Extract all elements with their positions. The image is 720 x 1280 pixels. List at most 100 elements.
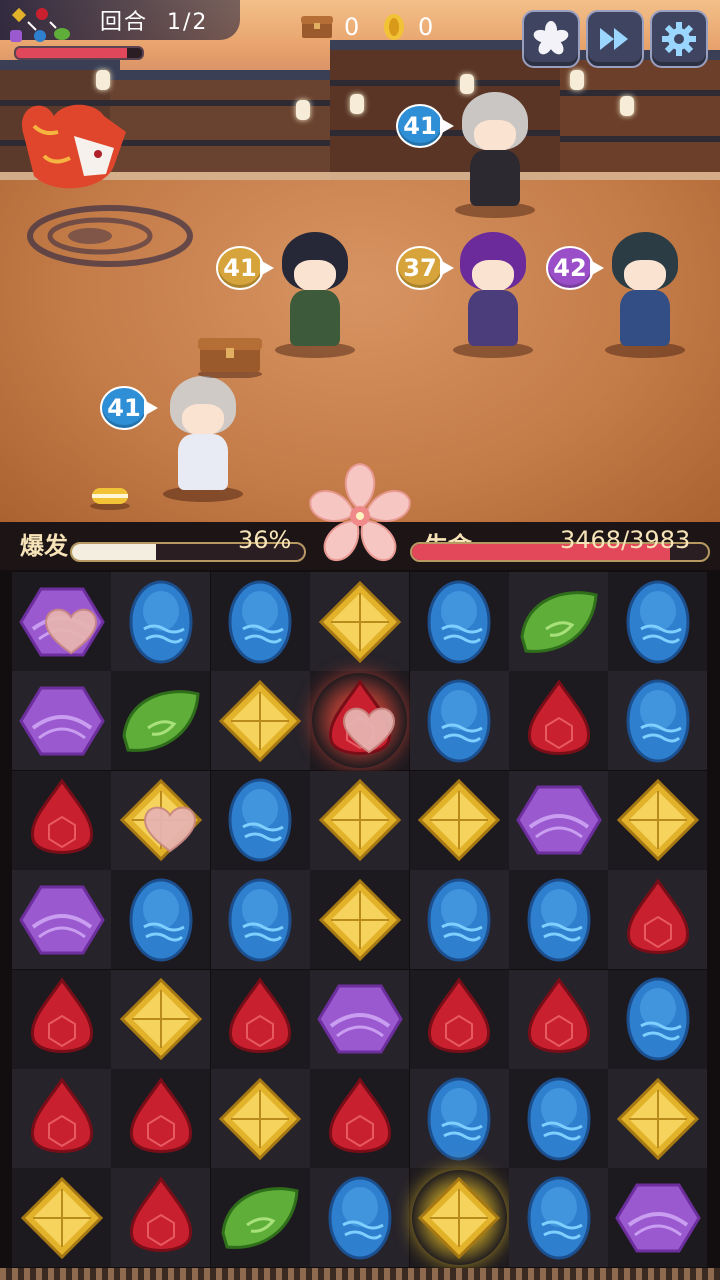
blue-gem-icon[interactable] [416, 678, 502, 764]
gold-gem-icon[interactable] [615, 1076, 701, 1162]
gold-gem-icon[interactable] [317, 777, 403, 863]
board-cell[interactable] [111, 770, 211, 870]
ally-character-3[interactable] [448, 232, 538, 358]
board-cell[interactable] [409, 969, 509, 1069]
ally-character-5[interactable] [158, 376, 248, 502]
board-cell[interactable] [509, 770, 608, 870]
board-cell[interactable] [210, 572, 310, 671]
board-cell[interactable] [509, 1069, 608, 1168]
red-gem-icon[interactable] [416, 976, 502, 1062]
red-gem-icon[interactable] [19, 1076, 105, 1162]
sakura-emblem-icon[interactable] [302, 458, 418, 574]
board-cell[interactable] [310, 1069, 410, 1168]
blue-gem-icon[interactable] [516, 1175, 602, 1261]
blue-gem-icon[interactable] [416, 1076, 502, 1162]
board-cell[interactable] [310, 1168, 410, 1268]
red-gem-icon[interactable] [516, 976, 602, 1062]
sakura-skill-button[interactable] [522, 10, 580, 68]
board-cell[interactable] [608, 870, 708, 970]
board-cell[interactable] [409, 770, 509, 870]
blue-gem-icon[interactable] [615, 579, 701, 665]
board-cell[interactable] [12, 1168, 111, 1268]
board-cell[interactable] [310, 671, 410, 771]
gold-gem-icon[interactable] [217, 678, 303, 764]
red-gem-icon[interactable] [118, 1076, 204, 1162]
gold-gem-icon[interactable] [416, 777, 502, 863]
board-cell[interactable] [509, 1168, 608, 1268]
board-cell[interactable] [111, 671, 211, 771]
board-cell[interactable] [608, 1168, 708, 1268]
board-cell[interactable] [509, 969, 608, 1069]
gold-koban-icon[interactable] [88, 484, 132, 510]
board-cell[interactable] [111, 870, 211, 970]
gold-gem-icon[interactable] [416, 1175, 502, 1261]
board-cell[interactable] [210, 870, 310, 970]
ally-character-4[interactable] [600, 232, 690, 358]
board-cell[interactable] [210, 1069, 310, 1168]
ally-character-1[interactable] [450, 92, 540, 218]
board-cell[interactable] [509, 870, 608, 970]
board-cell[interactable] [409, 572, 509, 671]
board-cell[interactable] [409, 870, 509, 970]
blue-gem-icon[interactable] [217, 579, 303, 665]
board-cell[interactable] [310, 969, 410, 1069]
board-cell[interactable] [12, 770, 111, 870]
board-cell[interactable] [12, 870, 111, 970]
board-cell[interactable] [210, 969, 310, 1069]
purple-gem-icon[interactable] [18, 877, 105, 963]
blue-gem-icon[interactable] [416, 579, 502, 665]
green-gem-icon[interactable] [118, 678, 204, 764]
blue-gem-icon[interactable] [615, 678, 701, 764]
board-cell[interactable] [111, 1168, 211, 1268]
settings-button[interactable] [650, 10, 708, 68]
blue-gem-icon[interactable] [416, 877, 502, 963]
blue-gem-icon[interactable] [217, 877, 303, 963]
board-cell[interactable] [310, 770, 410, 870]
board-cell[interactable] [111, 572, 211, 671]
blue-gem-icon[interactable] [118, 579, 204, 665]
gold-gem-icon[interactable] [217, 1076, 303, 1162]
gold-gem-icon[interactable] [118, 976, 204, 1062]
puzzle-board[interactable] [12, 572, 708, 1272]
board-cell[interactable] [409, 1069, 509, 1168]
blue-gem-icon[interactable] [615, 976, 701, 1062]
board-cell[interactable] [111, 1069, 211, 1168]
board-cell[interactable] [409, 671, 509, 771]
purple-gem-icon[interactable] [18, 678, 105, 764]
red-gem-icon[interactable] [317, 1076, 403, 1162]
red-gem-icon[interactable] [217, 976, 303, 1062]
board-cell[interactable] [210, 1168, 310, 1268]
red-gem-icon[interactable] [19, 777, 105, 863]
gold-gem-icon[interactable] [317, 877, 403, 963]
blue-gem-icon[interactable] [516, 877, 602, 963]
board-cell[interactable] [608, 770, 708, 870]
red-gem-icon[interactable] [516, 678, 602, 764]
gold-gem-icon[interactable] [317, 579, 403, 665]
board-cell[interactable] [608, 572, 708, 671]
purple-gem-icon[interactable] [316, 976, 403, 1062]
board-cell[interactable] [12, 671, 111, 771]
purple-gem-icon[interactable] [615, 1175, 701, 1261]
gold-gem-icon[interactable] [19, 1175, 105, 1261]
red-gem-icon[interactable] [615, 877, 701, 963]
blue-gem-icon[interactable] [217, 777, 303, 863]
board-cell[interactable] [310, 572, 410, 671]
board-cell[interactable] [210, 770, 310, 870]
green-gem-icon[interactable] [217, 1175, 303, 1261]
board-cell[interactable] [210, 671, 310, 771]
fox-mask-enemy-icon[interactable] [14, 96, 134, 206]
red-gem-icon[interactable] [118, 1175, 204, 1261]
board-cell[interactable] [310, 870, 410, 970]
fast-forward-button[interactable] [586, 10, 644, 68]
ally-character-2[interactable] [270, 232, 360, 358]
board-cell[interactable] [608, 1069, 708, 1168]
board-cell[interactable] [409, 1168, 509, 1268]
red-gem-icon[interactable] [19, 976, 105, 1062]
blue-gem-icon[interactable] [516, 1076, 602, 1162]
blue-gem-icon[interactable] [118, 877, 204, 963]
gold-gem-icon[interactable] [615, 777, 701, 863]
green-gem-icon[interactable] [516, 579, 602, 665]
board-cell[interactable] [608, 671, 708, 771]
board-cell[interactable] [12, 969, 111, 1069]
board-cell[interactable] [111, 969, 211, 1069]
